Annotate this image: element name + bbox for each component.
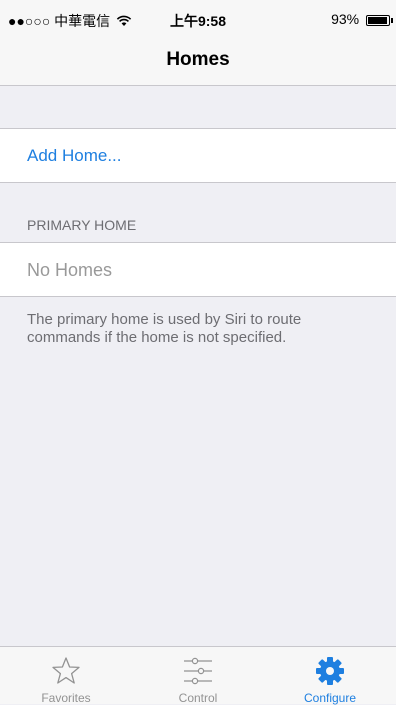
add-home-cell[interactable]: Add Home... [0,128,396,183]
tab-bar: Favorites Control Configure [0,646,396,705]
tab-control[interactable]: Control [132,647,264,705]
battery-icon [366,14,393,26]
no-homes-label: No Homes [27,260,113,280]
tab-favorites-label: Favorites [41,691,91,705]
primary-home-cell: No Homes [0,242,396,297]
sliders-icon [184,657,212,685]
tab-configure[interactable]: Configure [264,647,396,705]
status-bar: ●●○○○ 中華電信 上午9:58 93% [0,0,396,38]
primary-home-footer: The primary home is used by Siri to rout… [27,311,302,346]
battery-tip [391,17,393,23]
status-battery: 93% [331,11,393,27]
tab-favorites[interactable]: Favorites [0,647,132,705]
battery-percent: 93% [331,11,360,27]
gear-icon [316,657,344,685]
tab-configure-label: Configure [303,691,357,705]
navigation-bar: Homes [0,38,396,86]
add-home-button[interactable]: Add Home... [27,146,122,166]
star-icon [52,657,80,684]
tab-control-label: Control [178,691,218,705]
primary-home-header: PRIMARY HOME [27,217,137,233]
page-title: Homes [166,49,230,70]
battery-fill [368,16,387,24]
